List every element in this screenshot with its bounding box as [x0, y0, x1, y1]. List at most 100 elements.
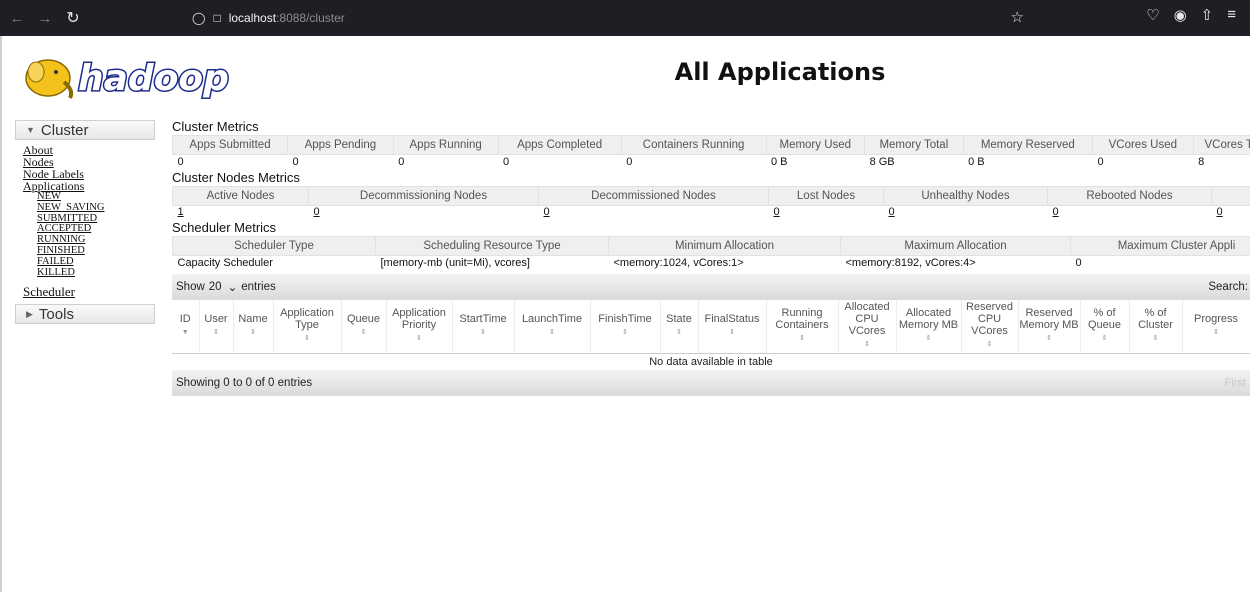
sort-icon: ⇕ [360, 329, 367, 337]
tools-section-toggle[interactable]: ▶ Tools [15, 304, 155, 325]
value-lost-nodes[interactable]: 0 [769, 205, 884, 219]
cluster-metrics-title: Cluster Metrics [172, 119, 259, 134]
sort-icon: ⇕ [676, 329, 682, 337]
first-page-button[interactable]: First [1225, 377, 1246, 389]
logo-text: hadoop [78, 58, 229, 99]
sort-icon: ⇕ [304, 335, 310, 343]
value-extra-nodes[interactable]: 0 [1212, 205, 1250, 219]
cluster-label: Cluster [40, 121, 89, 139]
cluster-section-toggle[interactable]: ▼ Cluster [15, 120, 155, 140]
sort-icon: ⇕ [549, 329, 555, 337]
column-running-containers[interactable]: Running Containers ⇕ [766, 299, 839, 354]
sort-icon: ⇕ [622, 329, 628, 337]
page-edge [0, 36, 2, 592]
header-maximum-cluster-application: Maximum Cluster Appli [1070, 236, 1250, 256]
value-rebooted-nodes[interactable]: 0 [1048, 205, 1212, 219]
main-content: Cluster Metrics Apps Submitted Apps Pend… [172, 118, 1250, 396]
address-bar[interactable]: ◯ □ localhost :8088/cluster ☆ [178, 5, 1038, 31]
browser-toolbar: ← → ↻ ◯ □ localhost :8088/cluster ☆ ♡ ◉ … [0, 0, 1250, 36]
url-host: localhost [228, 11, 277, 25]
page-size-select[interactable]: 20 ⌄ [209, 280, 237, 294]
applications-table: ID ▼ User ⇕ Name ⇕ Application Type ⇕ Queue ⇕… [172, 299, 1250, 370]
value-decommissioning-nodes[interactable]: 0 [309, 205, 539, 219]
sort-desc-icon: ▼ [181, 329, 189, 337]
column-application-type[interactable]: Application Type ⇕ [273, 299, 342, 354]
column-finish-time[interactable]: FinishTime ⇕ [590, 299, 661, 354]
page-size-value: 20 [208, 280, 222, 293]
value-decommissioned-nodes[interactable]: 0 [539, 205, 769, 219]
column-reserved-cpu-vcores[interactable]: Reserved CPU VCores ⇕ [961, 299, 1019, 354]
value-unhealthy-nodes[interactable]: 0 [884, 205, 1048, 219]
column-final-status[interactable]: FinalStatus ⇕ [698, 299, 767, 354]
value-vcores-used: 0 [1097, 155, 1104, 168]
value-maximum-allocation: <memory:8192, vCores:4> [845, 256, 976, 269]
column-start-time[interactable]: StartTime ⇕ [452, 299, 515, 354]
nav-link-state-failed[interactable]: FAILED [37, 256, 155, 268]
column-reserved-memory-mb[interactable]: Reserved Memory MB ⇕ [1018, 299, 1081, 354]
header-apps-completed: Apps Completed [497, 135, 622, 155]
column-percent-of-queue[interactable]: % of Queue ⇕ [1080, 299, 1130, 354]
bookmark-star-icon[interactable]: ☆ [1011, 8, 1024, 26]
header-apps-running: Apps Running [392, 135, 499, 155]
shield-icon[interactable]: ◯ [192, 11, 205, 25]
column-progress[interactable]: Progress ⇕ [1182, 299, 1250, 354]
header-vcores-used: VCores Used [1092, 135, 1194, 155]
column-name[interactable]: Name ⇕ [233, 299, 274, 354]
header-apps-submitted: Apps Submitted [172, 135, 288, 155]
url-path: :8088/cluster [276, 11, 345, 25]
value-apps-submitted: 0 [177, 155, 184, 168]
nav-link-state-killed[interactable]: KILLED [37, 267, 155, 279]
value-scheduler-type: Capacity Scheduler [177, 256, 273, 269]
chevron-down-icon: ▼ [26, 125, 35, 135]
reload-icon[interactable]: ↻ [62, 7, 84, 29]
extensions-icon[interactable]: ⇧ [1201, 6, 1214, 24]
nodes-metrics-title: Cluster Nodes Metrics [172, 169, 300, 185]
page-icon: □ [213, 11, 221, 25]
column-launch-time[interactable]: LaunchTime ⇕ [514, 299, 591, 354]
showing-entries-info: Showing 0 to 0 of 0 entries [176, 376, 313, 389]
nav-link-scheduler[interactable]: Scheduler [23, 285, 155, 298]
nodes-metrics-table: Active Nodes Decommissioning Nodes Decom… [172, 185, 1250, 220]
header-memory-used: Memory Used [765, 135, 866, 155]
chevron-right-icon: ▶ [26, 308, 33, 319]
header-unhealthy-nodes: Unhealthy Nodes [883, 185, 1048, 206]
hadoop-logo[interactable]: hadoop [20, 52, 260, 100]
value-containers-running: 0 [626, 155, 633, 168]
sort-icon: ⇕ [1213, 329, 1219, 337]
header-apps-pending: Apps Pending [287, 135, 394, 155]
forward-icon[interactable]: → [34, 7, 56, 29]
column-user[interactable]: User ⇕ [199, 299, 234, 354]
column-percent-of-cluster[interactable]: % of Cluster ⇕ [1129, 299, 1183, 354]
value-minimum-allocation: <memory:1024, vCores:1> [613, 256, 744, 269]
sort-icon: ⇕ [480, 329, 486, 337]
value-active-nodes[interactable]: 1 [173, 205, 309, 219]
column-id[interactable]: ID ▼ [172, 299, 200, 354]
value-apps-pending: 0 [292, 155, 299, 168]
value-memory-total: 8 GB [869, 155, 895, 168]
sort-icon: ⇕ [799, 335, 805, 343]
column-queue[interactable]: Queue ⇕ [341, 299, 387, 354]
menu-icon[interactable]: ≡ [1227, 6, 1236, 24]
header-decommissioned-nodes: Decommissioned Nodes [538, 185, 769, 206]
value-scheduling-resource-type: [memory-mb (unit=Mi), vcores] [380, 256, 530, 269]
value-maximum-cluster-application: 0 [1075, 256, 1082, 269]
column-state[interactable]: State ⇕ [660, 299, 699, 354]
column-allocated-memory-mb[interactable]: Allocated Memory MB ⇕ [896, 299, 962, 354]
value-apps-completed: 0 [503, 155, 510, 168]
scheduler-metrics-table: Scheduler Type Scheduling Resource Type … [172, 236, 1250, 270]
pocket-icon[interactable]: ♡ [1146, 6, 1159, 24]
column-application-priority[interactable]: Application Priority ⇕ [386, 299, 453, 354]
nav-link-state-new-saving[interactable]: NEW_SAVING [37, 202, 155, 214]
column-allocated-cpu-vcores[interactable]: Allocated CPU VCores ⇕ [838, 299, 897, 354]
cluster-metrics-table: Apps Submitted Apps Pending Apps Running… [172, 135, 1250, 169]
account-icon[interactable]: ◉ [1174, 6, 1187, 24]
table-controls: Show 20 ⌄ entries Search: [172, 273, 1250, 300]
sort-icon: ⇕ [250, 329, 256, 337]
back-icon[interactable]: ← [6, 7, 28, 29]
search-label[interactable]: Search: [1208, 281, 1248, 293]
header-maximum-allocation: Maximum Allocation [840, 236, 1071, 256]
no-data-message: No data available in table [172, 353, 1250, 370]
chevron-down-icon: ⌄ [227, 281, 238, 294]
left-navigation: ▼ Cluster About Nodes Node Labels Applic… [15, 120, 155, 325]
sort-icon: ⇕ [864, 341, 870, 349]
